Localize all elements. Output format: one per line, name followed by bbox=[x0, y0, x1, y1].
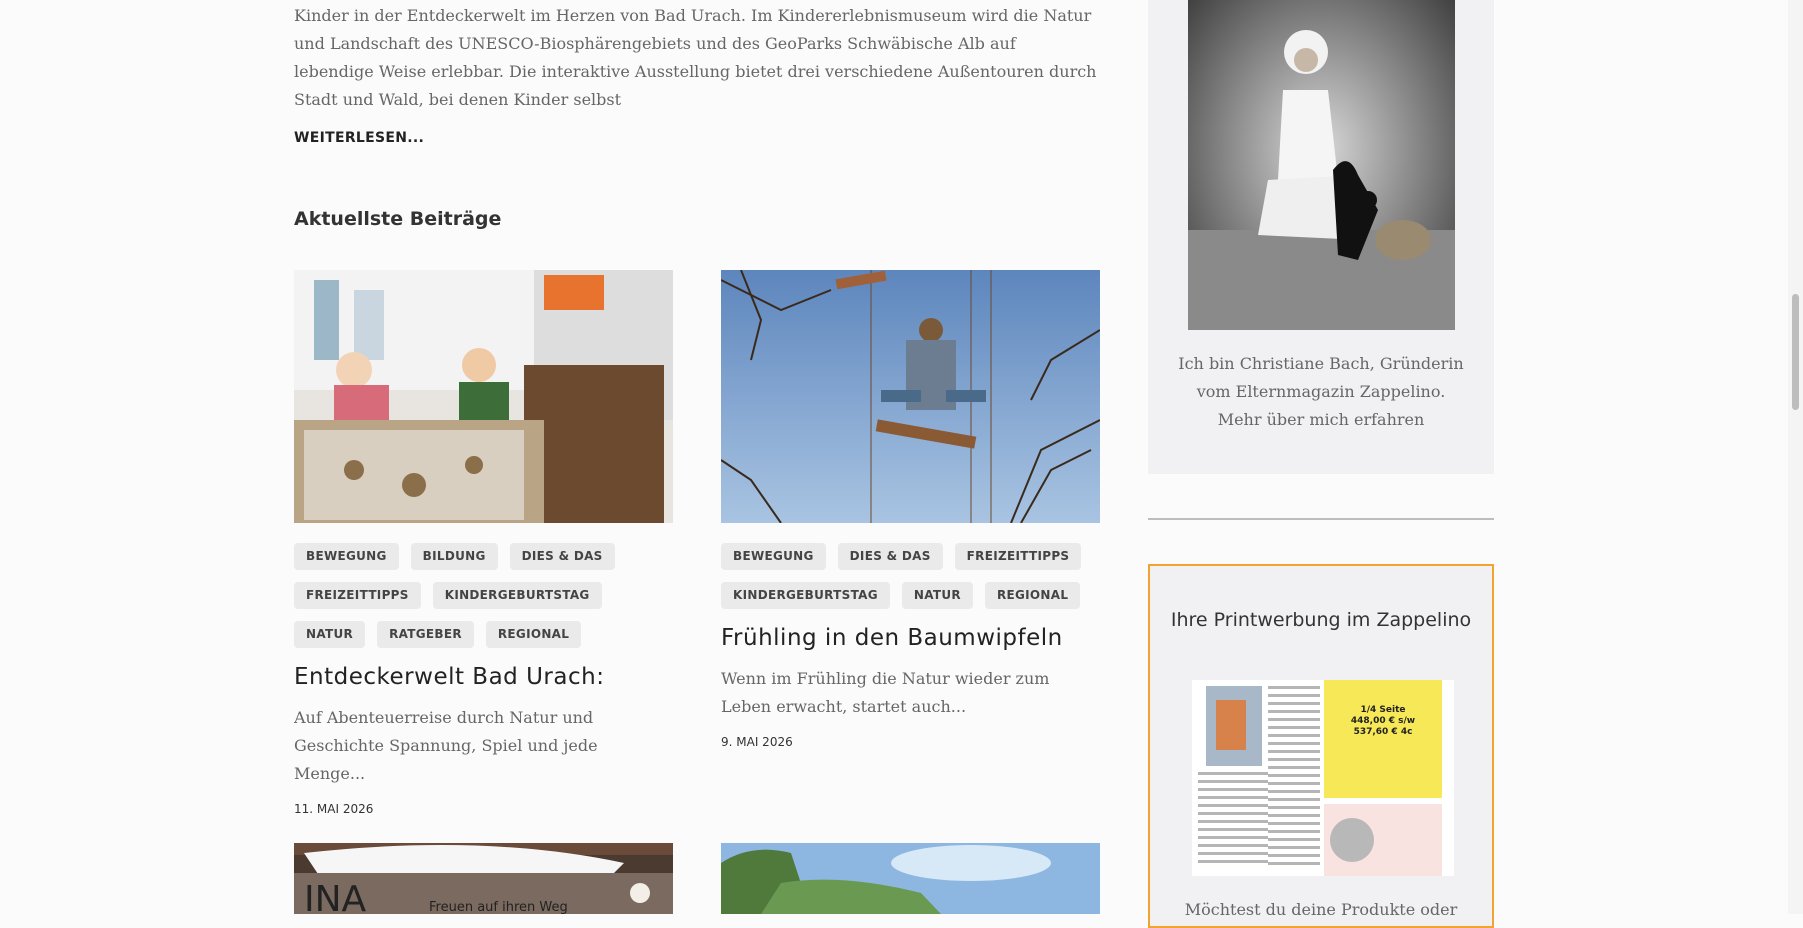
ad-size-label: 1/4 Seite bbox=[1360, 705, 1405, 715]
ad-text: Möchtest du deine Produkte oder bbox=[1184, 900, 1458, 919]
tag[interactable]: FREIZEITTIPPS bbox=[294, 582, 421, 609]
tag[interactable]: RATGEBER bbox=[377, 621, 474, 648]
post-date: 11. MAI 2026 bbox=[294, 802, 374, 816]
intro-text: Kinder in der Entdeckerwelt im Herzen vo… bbox=[294, 6, 1097, 109]
profile-line: vom Elternmagazin Zappelino. bbox=[1196, 382, 1446, 401]
tag[interactable]: BEWEGUNG bbox=[294, 543, 399, 570]
profile-photo bbox=[1188, 0, 1455, 330]
readmore-link[interactable]: WEITERLESEN... bbox=[294, 130, 424, 146]
tag[interactable]: NATUR bbox=[901, 582, 973, 609]
profile-text: Ich bin Christiane Bach, Gründerin vom E… bbox=[1168, 350, 1474, 434]
scrollbar-thumb[interactable] bbox=[1792, 294, 1799, 410]
svg-text:INA: INA bbox=[304, 879, 367, 914]
post-thumbnail[interactable] bbox=[721, 843, 1100, 914]
tag[interactable]: BEWEGUNG bbox=[721, 543, 826, 570]
tag[interactable]: DIES & DAS bbox=[509, 543, 615, 570]
ad-widget: Ihre Printwerbung im Zappelino 1/4 Seite… bbox=[1148, 564, 1494, 928]
post-card: BEWEGUNG BILDUNG DIES & DAS FREIZEITTIPP… bbox=[294, 270, 673, 816]
tag[interactable]: BILDUNG bbox=[410, 543, 498, 570]
tag[interactable]: KINDERGEBURTSTAG bbox=[432, 582, 602, 609]
scrollbar[interactable] bbox=[1788, 0, 1803, 914]
ad-price-bw: 448,00 € s/w bbox=[1351, 716, 1415, 726]
post-tags: BEWEGUNG BILDUNG DIES & DAS FREIZEITTIPP… bbox=[294, 543, 673, 648]
post-thumbnail[interactable] bbox=[721, 270, 1100, 523]
post-card: BEWEGUNG DIES & DAS FREIZEITTIPPS KINDER… bbox=[721, 270, 1100, 749]
section-title: Aktuellste Beiträge bbox=[294, 208, 502, 230]
tag[interactable]: REGIONAL bbox=[984, 582, 1081, 609]
profile-link[interactable]: Mehr über mich erfahren bbox=[1168, 406, 1474, 434]
tag[interactable]: FREIZEITTIPPS bbox=[954, 543, 1082, 570]
ad-title: Ihre Printwerbung im Zappelino bbox=[1170, 609, 1472, 631]
divider bbox=[1148, 518, 1494, 520]
profile-widget: Ich bin Christiane Bach, Gründerin vom E… bbox=[1148, 0, 1494, 474]
post-tags: BEWEGUNG DIES & DAS FREIZEITTIPPS KINDER… bbox=[721, 543, 1100, 609]
post-title[interactable]: Frühling in den Baumwipfeln bbox=[721, 623, 1100, 653]
post3-banner-text: Freuen auf ihren Weg bbox=[429, 900, 568, 914]
tag[interactable]: KINDERGEBURTSTAG bbox=[721, 582, 890, 609]
post-thumbnail[interactable] bbox=[294, 270, 673, 523]
profile-line: Ich bin Christiane Bach, Gründerin bbox=[1178, 354, 1464, 373]
ad-image[interactable]: 1/4 Seite 448,00 € s/w 537,60 € 4c bbox=[1192, 680, 1454, 876]
ad-price-color: 537,60 € 4c bbox=[1354, 727, 1413, 737]
tag[interactable]: DIES & DAS bbox=[837, 543, 943, 570]
post-thumbnail[interactable]: INA Freuen auf ihren Weg bbox=[294, 843, 673, 914]
tag[interactable]: NATUR bbox=[294, 621, 366, 648]
post-date: 9. MAI 2026 bbox=[721, 735, 793, 749]
tag[interactable]: REGIONAL bbox=[485, 621, 582, 648]
post-title[interactable]: Entdeckerwelt Bad Urach: bbox=[294, 662, 673, 692]
post-excerpt: Wenn im Frühling die Natur wieder zum Le… bbox=[721, 669, 1050, 716]
post-excerpt: Auf Abenteuerreise durch Natur und Gesch… bbox=[294, 708, 598, 783]
